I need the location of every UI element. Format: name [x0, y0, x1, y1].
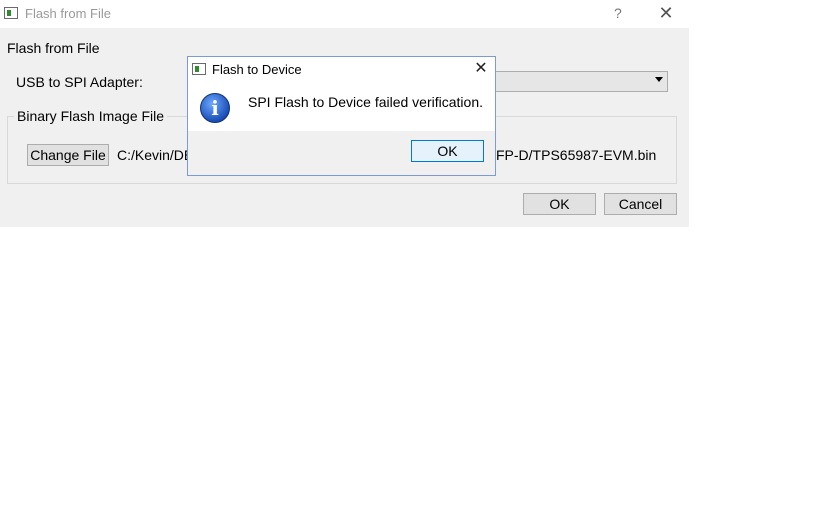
dialog-ok-button[interactable]: OK: [411, 140, 484, 162]
usb-adapter-select[interactable]: [490, 71, 668, 92]
chevron-down-icon[interactable]: [655, 77, 663, 82]
file-path-text-right: FP-D/TPS65987-EVM.bin: [496, 147, 657, 163]
group-title: Binary Flash Image File: [14, 108, 168, 124]
dialog-message: SPI Flash to Device failed verification.: [248, 94, 483, 110]
flash-to-device-dialog: Flash to Device ✕ i SPI Flash to Device …: [187, 56, 496, 176]
dialog-close-icon[interactable]: ✕: [472, 59, 490, 79]
app-icon: [4, 7, 18, 19]
dialog-footer: OK: [188, 131, 495, 175]
usb-adapter-label: USB to SPI Adapter:: [16, 74, 143, 90]
cancel-button[interactable]: Cancel: [604, 193, 677, 215]
ok-button[interactable]: OK: [523, 193, 596, 215]
help-button[interactable]: ?: [614, 5, 622, 21]
window-title: Flash from File: [25, 6, 111, 21]
dialog-app-icon: [192, 63, 206, 75]
window-titlebar: Flash from File ? ✕: [0, 0, 689, 28]
change-file-button[interactable]: Change File: [27, 144, 109, 166]
file-path-text-left: C:/Kevin/DE: [117, 147, 194, 163]
close-icon[interactable]: ✕: [656, 2, 676, 24]
section-label: Flash from File: [7, 40, 100, 56]
dialog-title: Flash to Device: [212, 62, 302, 77]
info-icon: i: [200, 93, 230, 123]
